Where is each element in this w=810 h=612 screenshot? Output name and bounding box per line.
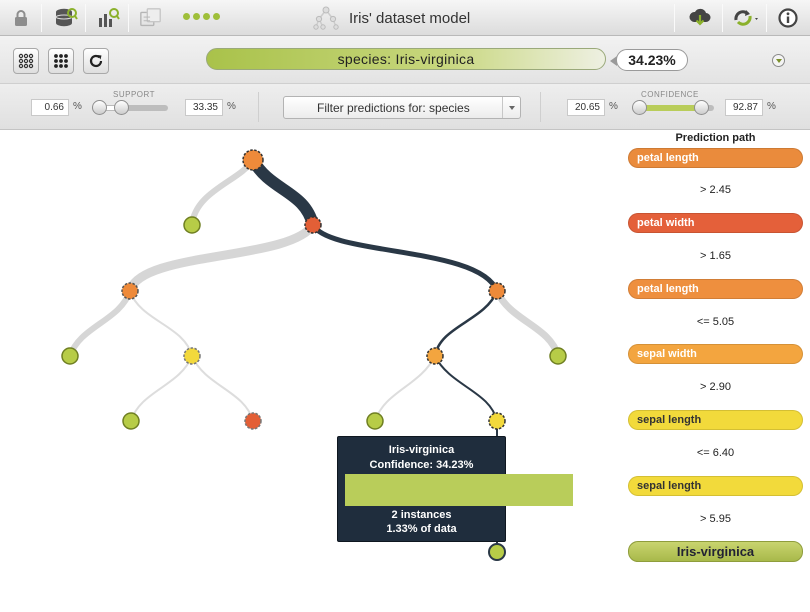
- tooltip-title: Iris-virginica: [388, 444, 455, 456]
- tree-branch: [130, 355, 193, 422]
- path-field-4[interactable]: sepal width: [628, 344, 803, 364]
- grid-dense-icon: [54, 54, 68, 68]
- filter-select[interactable]: Filter predictions for: species: [283, 96, 521, 119]
- support-min-unit: %: [73, 101, 82, 112]
- tree-branch: [493, 287, 562, 360]
- reset-button[interactable]: [83, 48, 109, 74]
- support-min-handle[interactable]: [92, 100, 107, 115]
- path-condition-6: > 5.95: [700, 513, 731, 525]
- loading-dots: [183, 13, 220, 20]
- compare-icon[interactable]: [139, 6, 163, 30]
- tree-view-button[interactable]: [13, 48, 39, 74]
- filter-bar: 0.66 % SUPPORT 33.35 % Filter prediction…: [0, 84, 810, 130]
- path-condition-5: <= 6.40: [696, 447, 735, 459]
- confidence-slider[interactable]: [632, 100, 714, 115]
- support-label: SUPPORT: [113, 90, 156, 99]
- tooltip-confidence-bar: [345, 474, 574, 506]
- tree-branch: [191, 355, 254, 422]
- prediction-path-branch: [433, 289, 499, 358]
- refresh-icon[interactable]: [732, 6, 762, 30]
- tree-node: [488, 282, 506, 300]
- path-condition-2: > 1.65: [700, 250, 731, 262]
- tree-branch: [374, 355, 436, 422]
- confidence-min-unit: %: [609, 101, 618, 112]
- tree-leaf-selected: [488, 543, 506, 561]
- confidence-min-input[interactable]: 20.65: [567, 99, 605, 116]
- path-condition-4: > 2.90: [700, 381, 731, 393]
- tree-leaf: [366, 412, 384, 430]
- window-title: Iris' dataset model: [313, 4, 470, 32]
- info-icon[interactable]: [776, 6, 800, 30]
- confidence-label: CONFIDENCE: [641, 90, 699, 99]
- confidence-min-handle[interactable]: [632, 100, 647, 115]
- tree-leaf: [244, 412, 262, 430]
- prediction-label: species: Iris-virginica: [206, 48, 606, 70]
- filter-select-label: Filter predictions for: species: [317, 100, 470, 115]
- tree-leaf: [549, 347, 567, 365]
- prediction-bar: species: Iris-virginica 34.23%: [0, 36, 810, 84]
- prediction-path-branch: [434, 355, 498, 422]
- support-max-unit: %: [227, 101, 236, 112]
- support-slider[interactable]: [92, 100, 168, 115]
- tooltip-instances: 2 instances: [391, 509, 452, 521]
- top-toolbar: Iris' dataset model: [0, 0, 810, 36]
- tree-node: [488, 412, 506, 430]
- grid-sparse-icon: [18, 53, 34, 69]
- support-max-handle[interactable]: [114, 100, 129, 115]
- prediction-path-branch: [310, 222, 500, 294]
- path-field-6[interactable]: sepal length: [628, 476, 803, 496]
- prediction-path-title: Prediction path: [675, 132, 756, 144]
- chevron-down-icon[interactable]: [772, 54, 785, 67]
- window-title-text: Iris' dataset model: [349, 9, 471, 27]
- decision-tree[interactable]: [0, 131, 620, 601]
- confidence-max-unit: %: [767, 101, 776, 112]
- path-condition-3: <= 5.05: [696, 316, 735, 328]
- path-result: Iris-virginica: [628, 541, 803, 562]
- node-tooltip: Iris-virginica Confidence: 34.23% 2 inst…: [337, 436, 574, 542]
- tree-branch: [67, 288, 133, 359]
- tree-branch: [189, 157, 256, 228]
- tree-leaf: [61, 347, 79, 365]
- chart-icon[interactable]: [96, 6, 120, 30]
- tree-node: [304, 216, 322, 234]
- dropdown-arrow-icon: [502, 97, 520, 118]
- support-min-input[interactable]: 0.66: [31, 99, 69, 116]
- tree-node: [426, 347, 444, 365]
- tree-leaf: [122, 412, 140, 430]
- lock-icon[interactable]: [9, 6, 33, 30]
- tree-node: [183, 347, 201, 365]
- download-icon[interactable]: [688, 6, 712, 30]
- confidence-max-input[interactable]: 92.87: [725, 99, 763, 116]
- sunburst-view-button[interactable]: [48, 48, 74, 74]
- dataset-icon[interactable]: [54, 6, 78, 30]
- tooltip-confidence: Confidence: 34.23%: [369, 459, 474, 471]
- tree-node-root: [242, 149, 264, 171]
- tree-leaf: [183, 216, 201, 234]
- model-icon: [313, 6, 339, 30]
- path-condition-1: > 2.45: [700, 184, 731, 196]
- path-field-1[interactable]: petal length: [628, 148, 803, 168]
- reset-icon: [89, 54, 103, 68]
- tree-branch: [125, 220, 318, 296]
- tree-node: [121, 282, 139, 300]
- tooltip-data-fraction: 1.33% of data: [386, 523, 457, 535]
- support-max-input[interactable]: 33.35: [185, 99, 223, 116]
- path-field-5[interactable]: sepal length: [628, 410, 803, 430]
- path-field-3[interactable]: petal length: [628, 279, 803, 299]
- path-field-2[interactable]: petal width: [628, 213, 803, 233]
- tree-branch: [129, 290, 193, 357]
- prediction-confidence: 34.23%: [610, 49, 688, 71]
- tooltip-confidence-bar-fill: [345, 474, 574, 506]
- prediction-path-branch: [247, 154, 319, 231]
- confidence-max-handle[interactable]: [694, 100, 709, 115]
